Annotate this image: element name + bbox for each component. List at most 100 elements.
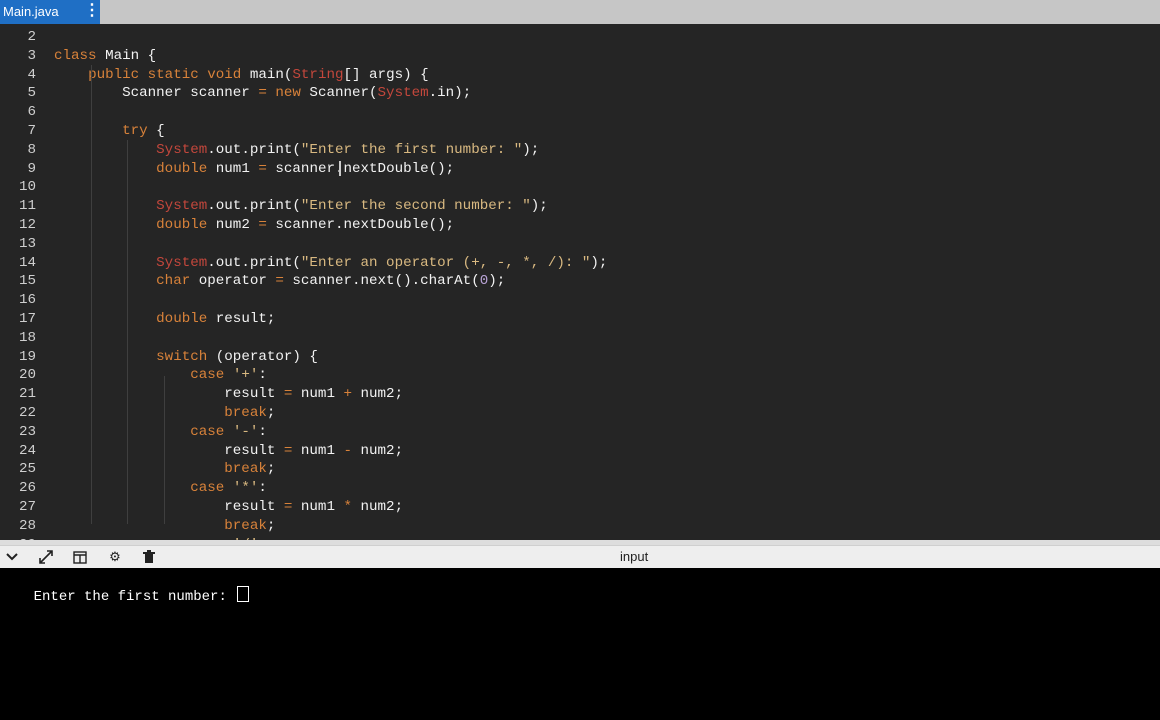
code-text: double num1 = scanner.nextDouble(); — [54, 160, 454, 179]
code-line[interactable]: 8 System.out.print("Enter the first numb… — [0, 141, 1160, 160]
text-cursor — [336, 161, 344, 176]
code-token: double — [156, 217, 208, 233]
code-token: num2; — [352, 386, 404, 403]
line-number: 24 — [18, 442, 36, 459]
line-number: 5 — [27, 85, 36, 102]
code-line[interactable]: 19 switch (operator) { — [0, 348, 1160, 367]
code-token: ; — [266, 517, 276, 534]
code-line[interactable]: 28 break; — [0, 517, 1160, 536]
console-line: Enter the first number: — [0, 568, 250, 624]
code-token: .out.print( — [207, 198, 301, 215]
code-line[interactable]: 10 — [0, 178, 1160, 197]
code-line[interactable]: 24 result = num1 - num2; — [0, 442, 1160, 461]
code-line[interactable]: 18 — [0, 329, 1160, 348]
code-line[interactable]: 21 result = num1 + num2; — [0, 385, 1160, 404]
code-token: { — [147, 123, 165, 139]
line-number: 6 — [27, 104, 36, 121]
code-line[interactable]: 26 case '*': — [0, 479, 1160, 498]
line-number: 23 — [18, 423, 36, 440]
split-layout-icon[interactable] — [70, 548, 90, 566]
indent-guide — [127, 140, 128, 524]
code-line[interactable]: 14 System.out.print("Enter an operator (… — [0, 254, 1160, 273]
code-line[interactable]: 22 break; — [0, 404, 1160, 423]
line-number: 20 — [18, 367, 36, 384]
line-number: 19 — [18, 348, 36, 365]
line-number: 3 — [27, 47, 36, 64]
code-token: * — [343, 499, 352, 515]
console-output[interactable]: Enter the first number: — [0, 568, 1160, 720]
line-number: 18 — [18, 329, 36, 346]
tab-bar: Main.java ⋮ — [0, 0, 1160, 24]
code-line[interactable]: 23 case '-': — [0, 423, 1160, 442]
file-tab[interactable]: Main.java ⋮ — [0, 0, 100, 24]
code-token: break — [224, 405, 267, 421]
code-token: scanner.nextDouble(); — [266, 217, 455, 233]
code-token: Scanner( — [300, 85, 378, 102]
kebab-icon[interactable]: ⋮ — [84, 1, 100, 21]
code-text: double num2 = scanner.nextDouble(); — [54, 216, 454, 235]
indent-guide — [91, 65, 92, 524]
console-prompt-text: Enter the first number: — [33, 589, 236, 605]
code-token: String — [292, 66, 344, 83]
line-number: 26 — [18, 480, 36, 497]
code-text: case '-': — [54, 423, 267, 442]
code-line[interactable]: 16 — [0, 291, 1160, 310]
line-number: 15 — [18, 273, 36, 290]
code-line[interactable]: 12 double num2 = scanner.nextDouble(); — [0, 216, 1160, 235]
code-text: result = num1 * num2; — [54, 498, 403, 517]
code-token: System — [156, 254, 208, 271]
code-token: main( — [241, 66, 293, 83]
code-token: = — [258, 217, 267, 233]
code-token: switch — [156, 348, 208, 365]
code-line[interactable]: 6 — [0, 103, 1160, 122]
code-text: public static void main(String[] args) { — [54, 66, 429, 85]
code-text: class Main { — [54, 47, 156, 66]
code-text: result = num1 + num2; — [54, 385, 403, 404]
code-token: class — [54, 47, 97, 64]
input-caret[interactable] — [237, 586, 250, 602]
expand-icon[interactable] — [36, 548, 56, 566]
code-token: char — [156, 273, 191, 290]
code-line[interactable]: 4 public static void main(String[] args)… — [0, 66, 1160, 85]
code-line[interactable]: 25 break; — [0, 460, 1160, 479]
code-text: try { — [54, 122, 165, 141]
code-line[interactable]: 9 double num1 = scanner.nextDouble(); — [0, 160, 1160, 179]
line-number: 27 — [18, 499, 36, 515]
code-token: : — [258, 480, 267, 497]
code-token: case — [190, 423, 225, 440]
code-token: num1 — [207, 160, 259, 177]
code-text: Scanner scanner = new Scanner(System.in)… — [54, 84, 471, 103]
code-token: (operator) { — [207, 348, 318, 365]
code-editor[interactable]: 2 3 class Main {4 public static void main(… — [0, 24, 1160, 540]
code-token: double — [156, 160, 208, 177]
code-line[interactable]: 3 class Main { — [0, 47, 1160, 66]
code-token: break — [224, 517, 267, 534]
code-token: ); — [530, 198, 548, 215]
code-line[interactable]: 7 try { — [0, 122, 1160, 141]
code-line[interactable]: 20 case '+': — [0, 366, 1160, 385]
code-line[interactable]: 17 double result; — [0, 310, 1160, 329]
code-line[interactable]: 15 char operator = scanner.next().charAt… — [0, 272, 1160, 291]
chevron-down-icon[interactable] — [2, 548, 22, 566]
clear-console-icon[interactable] — [139, 548, 159, 566]
gear-icon[interactable]: ⚙ — [105, 548, 125, 566]
code-line[interactable]: 2 — [0, 28, 1160, 47]
code-token: double — [156, 311, 208, 327]
code-token: result — [54, 386, 284, 403]
code-line[interactable]: 11 System.out.print("Enter the second nu… — [0, 197, 1160, 216]
code-token: ); — [522, 141, 540, 158]
code-token: '-' — [232, 423, 259, 440]
code-token: : — [258, 423, 267, 440]
code-line[interactable]: 27 result = num1 * num2; — [0, 498, 1160, 517]
code-line[interactable]: 5 Scanner scanner = new Scanner(System.i… — [0, 84, 1160, 103]
code-token: "Enter an operator (+, -, *, /): " — [300, 254, 591, 271]
code-token: = — [258, 160, 267, 177]
code-line[interactable]: 13 — [0, 235, 1160, 254]
